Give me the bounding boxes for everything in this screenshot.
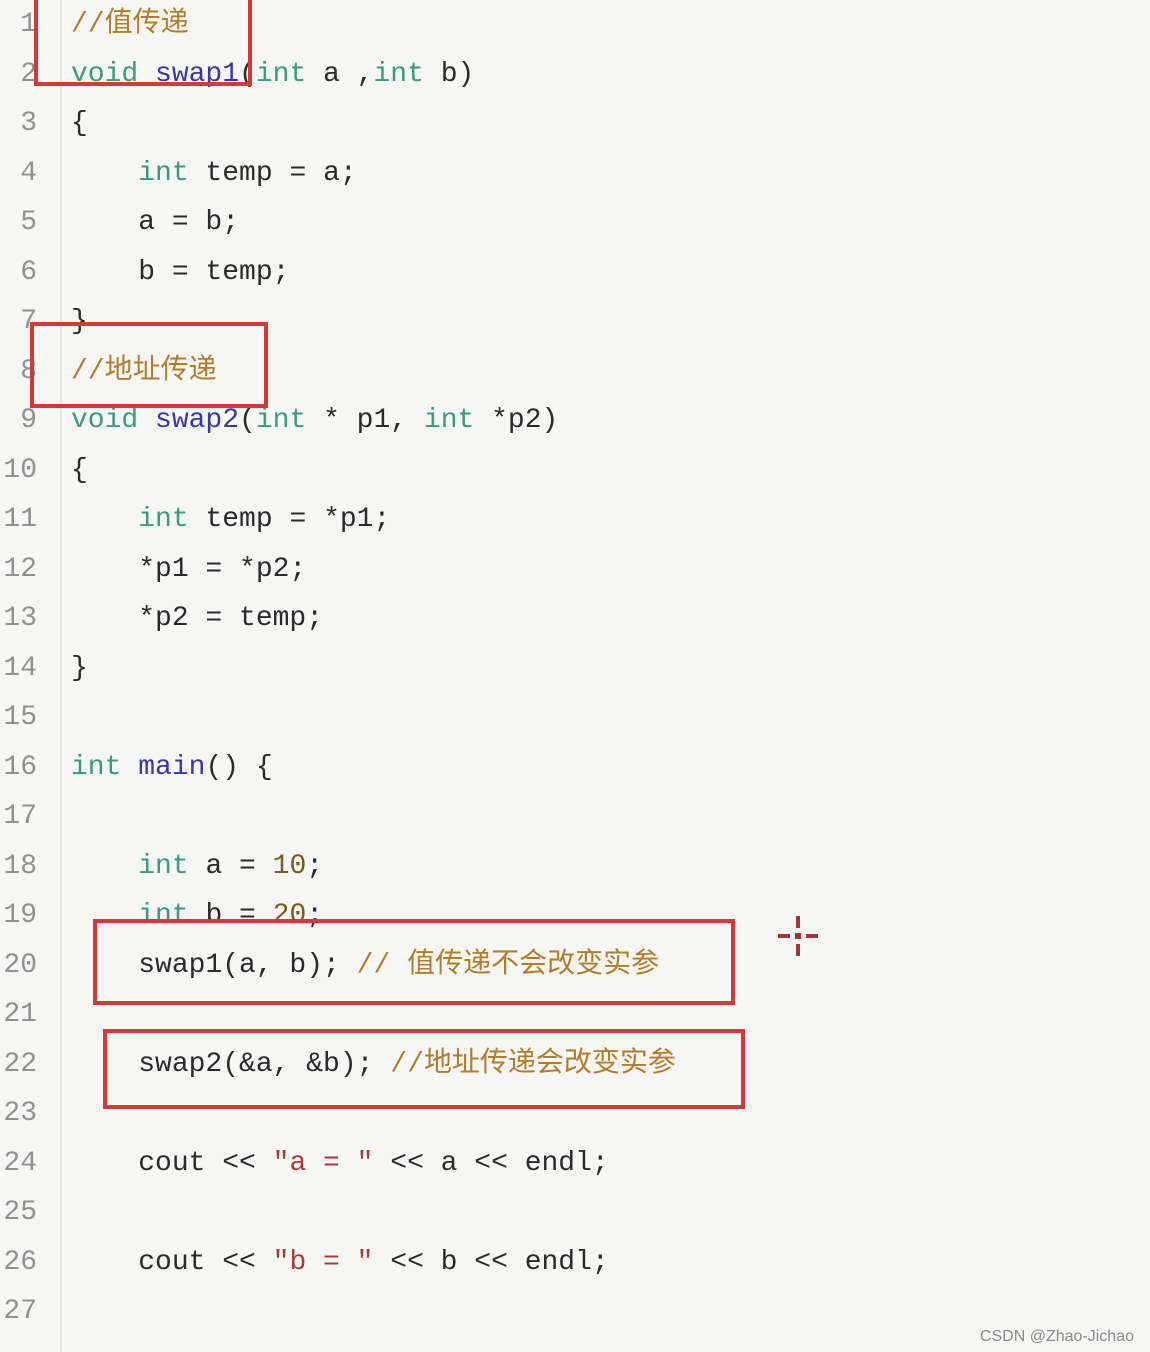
line-number: 12 <box>3 553 37 585</box>
code-token: a = <box>188 850 273 882</box>
line-number: 13 <box>3 603 37 634</box>
code-text: a = b; <box>71 198 239 248</box>
keyword-token: int <box>138 504 189 535</box>
code-text: cout << "a = " << a << endl; <box>71 1139 609 1189</box>
string-token: "b = " <box>272 1246 374 1278</box>
keyword-token: int <box>373 58 424 90</box>
code-text: { <box>71 99 88 149</box>
code-text: *p2 = temp; <box>71 594 323 644</box>
code-token: a , <box>306 58 374 90</box>
code-line[interactable]: 6 b = temp; <box>0 248 1150 298</box>
highlight-box-address-pass-comment <box>30 322 268 408</box>
code-text: int temp = a; <box>71 149 357 199</box>
code-line[interactable]: 15 <box>0 693 1150 743</box>
code-line[interactable]: 5 a = b; <box>0 198 1150 248</box>
code-token: << a << endl; <box>373 1147 609 1179</box>
code-line[interactable]: 16 int main() { <box>0 743 1150 793</box>
code-token: cout << <box>71 1246 273 1278</box>
code-text: int main() { <box>71 743 273 793</box>
line-number: 14 <box>3 652 37 684</box>
code-token: { <box>71 108 88 139</box>
line-number: 26 <box>3 1246 37 1278</box>
highlight-box-swap1-call <box>93 919 735 1005</box>
line-number: 2 <box>20 58 37 90</box>
line-number: 16 <box>3 751 37 783</box>
line-number: 15 <box>3 702 37 733</box>
code-text: b = temp; <box>71 248 289 298</box>
code-line[interactable]: 12 *p1 = *p2; <box>0 545 1150 595</box>
line-number: 22 <box>3 1048 37 1080</box>
line-number: 11 <box>3 504 37 535</box>
code-token: << b << endl; <box>373 1246 609 1278</box>
code-text: int a = 10; <box>71 842 323 892</box>
function-name-token: main <box>138 751 206 783</box>
keyword-token: int <box>138 157 189 189</box>
code-token: temp = *p1; <box>188 504 391 535</box>
code-token: * p1, <box>306 405 424 436</box>
code-line[interactable]: 13 *p2 = temp; <box>0 594 1150 644</box>
code-text: } <box>71 644 88 694</box>
keyword-token: int <box>255 405 307 436</box>
string-token: "a = " <box>272 1147 374 1179</box>
line-number: 27 <box>3 1296 37 1327</box>
code-line[interactable]: 18 int a = 10; <box>0 842 1150 892</box>
code-token: () { <box>205 751 273 783</box>
code-token: { <box>71 454 88 486</box>
code-token: a = b; <box>71 207 240 238</box>
line-number: 24 <box>3 1147 37 1179</box>
watermark: CSDN @Zhao-Jichao <box>979 1328 1134 1345</box>
line-number: 19 <box>3 900 37 931</box>
code-line[interactable]: 11 int temp = *p1; <box>0 495 1150 545</box>
line-number: 23 <box>3 1098 37 1129</box>
code-line[interactable]: 4 int temp = a; <box>0 149 1150 199</box>
highlight-box-swap2-call <box>103 1029 745 1109</box>
line-number: 21 <box>3 999 37 1030</box>
code-line[interactable]: 27 <box>0 1287 1150 1337</box>
keyword-token: int <box>138 850 189 882</box>
number-token: 10 <box>272 850 307 882</box>
code-text: { <box>71 446 88 496</box>
code-token: ( <box>239 405 256 436</box>
line-number: 5 <box>20 207 37 238</box>
code-token: *p2) <box>474 405 559 436</box>
code-line[interactable]: 26 cout << "b = " << b << endl; <box>0 1238 1150 1288</box>
line-number: 20 <box>3 949 37 981</box>
keyword-token: int <box>71 751 139 783</box>
code-token: } <box>71 652 88 684</box>
line-number: 6 <box>20 256 37 288</box>
code-line[interactable]: 17 <box>0 792 1150 842</box>
code-line[interactable]: 24 cout << "a = " << a << endl; <box>0 1139 1150 1189</box>
code-token: b) <box>423 58 475 90</box>
line-number: 3 <box>20 108 37 139</box>
code-token: temp = a; <box>188 157 357 189</box>
keyword-token: int <box>255 58 307 90</box>
code-line[interactable]: 3{ <box>0 99 1150 149</box>
code-text: *p1 = *p2; <box>71 545 306 595</box>
line-number: 18 <box>3 850 37 882</box>
code-token: *p2 = temp; <box>71 603 324 634</box>
code-text: int temp = *p1; <box>71 495 390 545</box>
code-token: b = temp; <box>71 256 290 288</box>
line-number: 4 <box>20 157 37 189</box>
highlight-box-value-pass-comment <box>34 0 252 86</box>
line-number: 25 <box>3 1197 37 1228</box>
code-line[interactable]: 25 <box>0 1188 1150 1238</box>
function-name-token: swap2 <box>155 405 240 436</box>
code-text: cout << "b = " << b << endl; <box>71 1238 609 1288</box>
line-number: 1 <box>20 9 37 40</box>
code-token: *p1 = *p2; <box>71 553 307 585</box>
line-number: 10 <box>3 454 37 486</box>
code-line[interactable]: 10 { <box>0 446 1150 496</box>
code-line[interactable]: 14} <box>0 644 1150 694</box>
code-token: cout << <box>71 1147 273 1179</box>
line-number: 17 <box>3 801 37 832</box>
crosshair-move-icon <box>778 916 818 956</box>
keyword-token: int <box>423 405 475 436</box>
keyword-token: void <box>71 405 156 436</box>
code-token: ; <box>306 850 324 882</box>
